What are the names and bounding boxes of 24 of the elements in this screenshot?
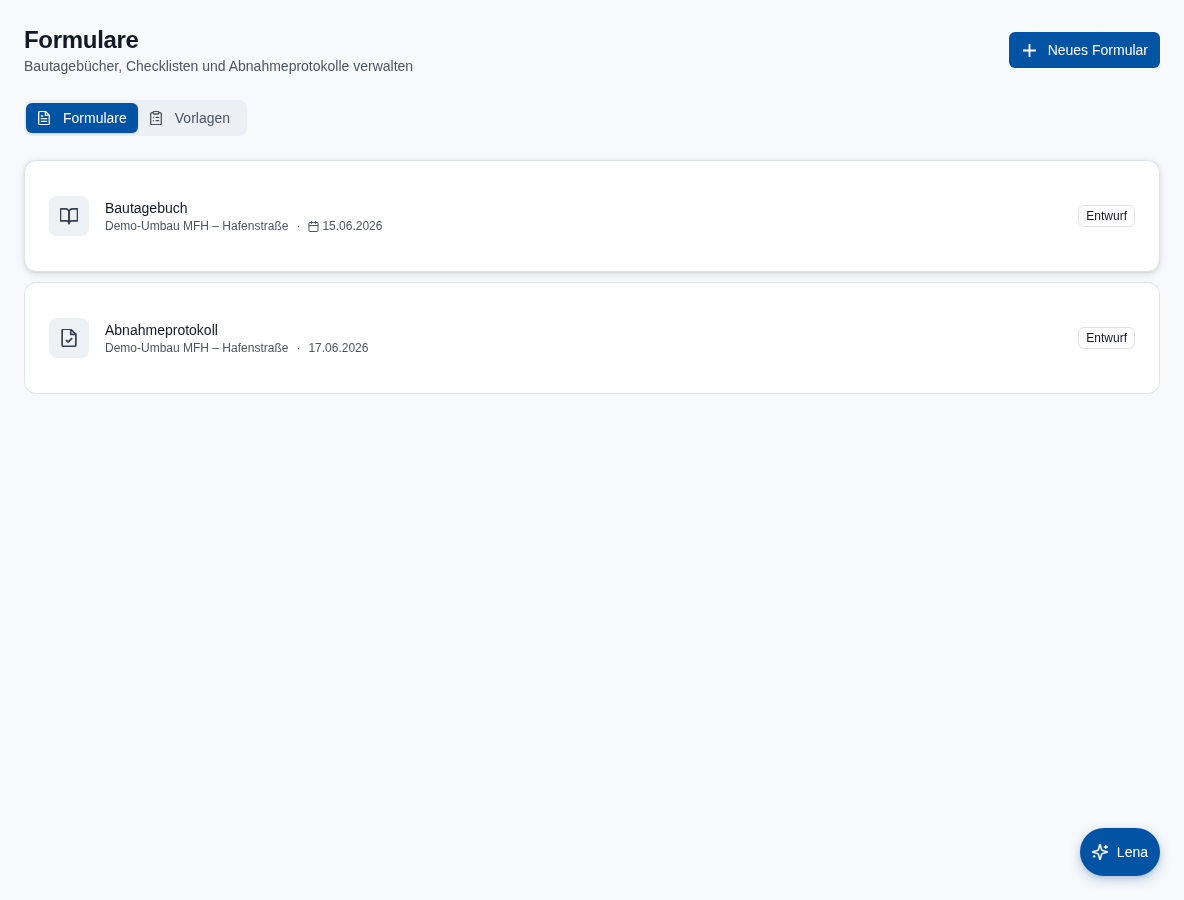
tab[interactable]: Vorlagen	[137, 103, 242, 133]
status-badge: Entwurf	[1078, 205, 1135, 227]
page-subtitle: Bautagebücher, Checklisten und Abnahmeprotokolle verwalten	[24, 57, 414, 76]
form-card[interactable]: Abnahmeprotokoll Demo-Umbau MFH – Hafenstraße · 17.06.2026 Entwurf	[24, 282, 1160, 394]
form-title: Bautagebuch	[105, 199, 189, 218]
project-name: Demo-Umbau MFH – Hafenstraße	[105, 340, 289, 356]
form-card[interactable]: Bautagebuch Demo-Umbau MFH – Hafenstraße · 15.06.2026 Entwurf	[24, 160, 1160, 272]
plus-icon	[1022, 43, 1036, 57]
project-name: Demo-Umbau MFH – Hafenstraße	[105, 218, 289, 234]
assistant-button[interactable]: Lena	[1079, 828, 1160, 876]
tab[interactable]: Formulare	[26, 103, 138, 133]
separator-dot: ·	[296, 218, 301, 234]
document-check-icon	[49, 318, 89, 358]
page-title: Formulare	[24, 25, 140, 55]
open-book-icon	[49, 196, 89, 236]
form-date: 17.06.2026	[308, 340, 369, 356]
document-icon	[37, 111, 51, 125]
separator-dot: ·	[296, 340, 301, 356]
status-badge: Entwurf	[1078, 327, 1135, 349]
form-title: Abnahmeprotokoll	[105, 321, 219, 340]
form-date: 15.06.2026	[322, 218, 383, 234]
sparkles-icon	[1091, 844, 1108, 860]
clipboard-icon	[148, 111, 163, 125]
new-form-button[interactable]: Neues Formular	[1008, 32, 1160, 68]
